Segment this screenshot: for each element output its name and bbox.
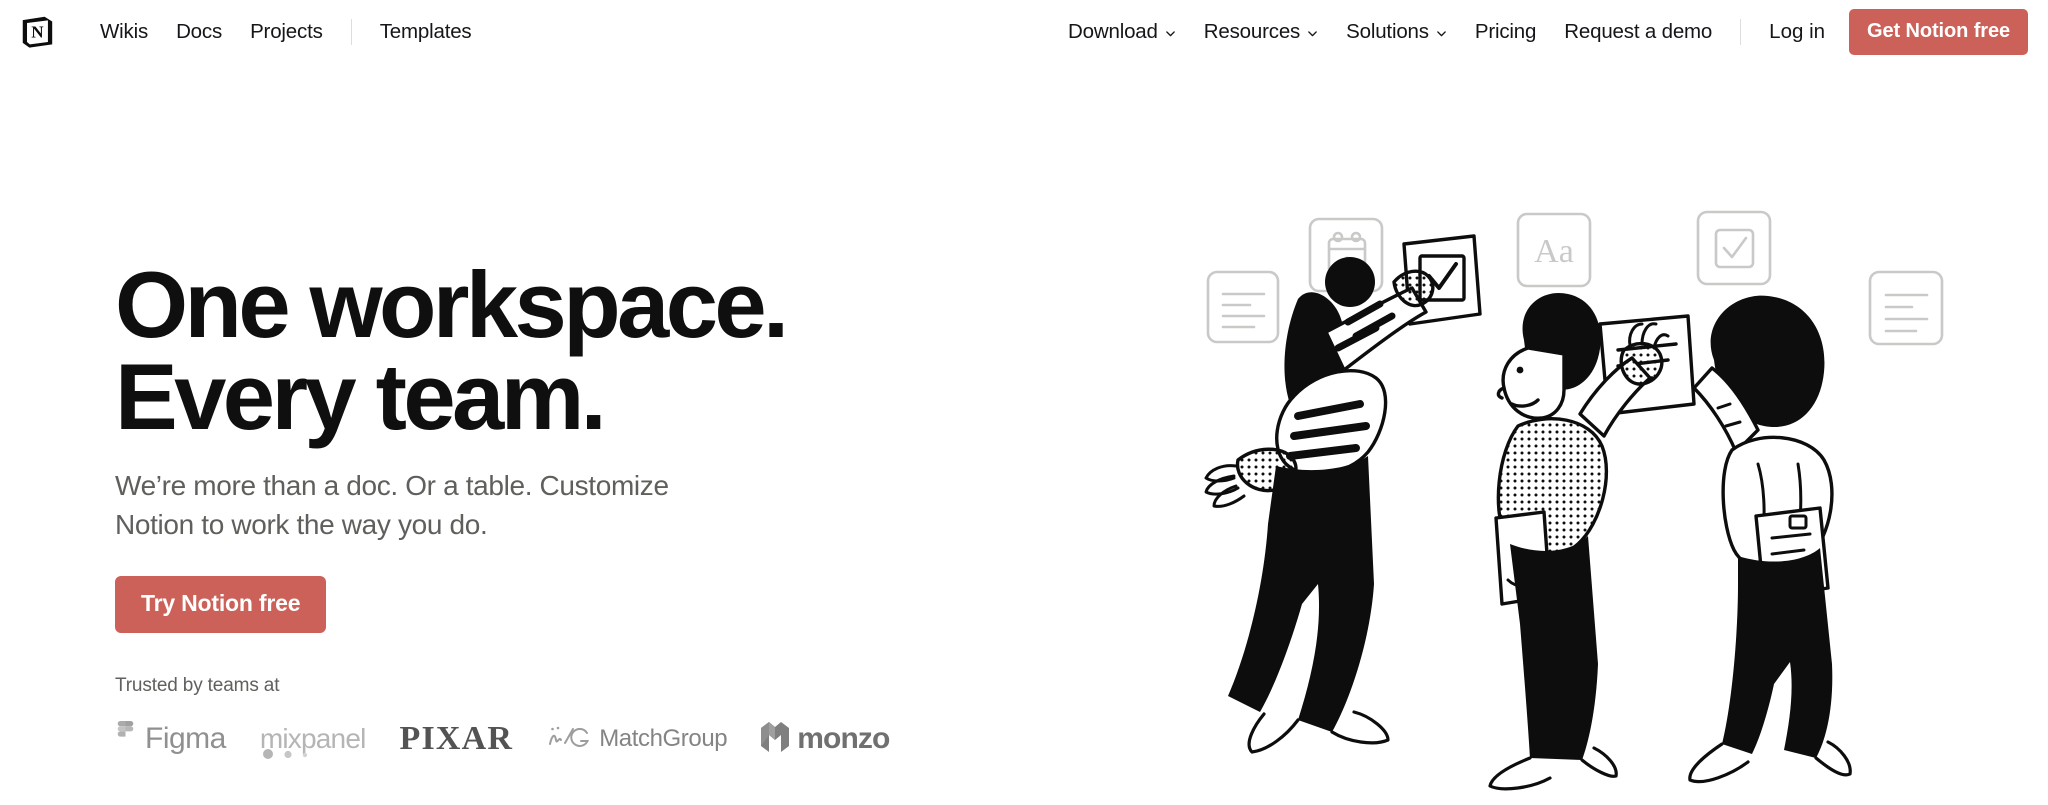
nav-link-docs[interactable]: Docs [162, 14, 236, 50]
nav-link-projects[interactable]: Projects [236, 14, 337, 50]
notion-logo-icon[interactable]: N [16, 11, 58, 53]
nav-link-pricing[interactable]: Pricing [1461, 14, 1550, 50]
site-header: N Wikis Docs Projects Templates Download… [0, 0, 2048, 64]
nav-link-resources[interactable]: Resources [1190, 14, 1332, 50]
svg-text:N: N [31, 23, 44, 42]
logo-figma: Figma [115, 721, 226, 757]
logo-pixar-text: PIXAR [399, 720, 514, 758]
trusted-by-label: Trusted by teams at [115, 675, 280, 697]
svg-text:Aa: Aa [1534, 233, 1574, 270]
figma-mark-icon [115, 721, 136, 757]
nav-link-download[interactable]: Download [1054, 14, 1190, 50]
mixpanel-dots-icon [262, 749, 308, 760]
nav-link-download-label: Download [1068, 20, 1158, 43]
logo-pixar: PIXAR [400, 720, 514, 758]
hero-section: One workspace. Every team. We’re more th… [0, 64, 2048, 805]
chevron-down-icon [1165, 28, 1176, 39]
customer-logo-row: Figma mixpanel PIXAR MatchGroup monzo [115, 713, 895, 765]
login-link[interactable]: Log in [1755, 14, 1839, 50]
nav-link-resources-label: Resources [1203, 20, 1301, 43]
try-notion-free-button[interactable]: Try Notion free [115, 576, 327, 634]
logo-monzo-text: monzo [797, 722, 890, 756]
chevron-down-icon [1436, 28, 1447, 39]
hero-subheading: We’re more than a doc. Or a table. Custo… [115, 470, 669, 540]
nav-divider-left [350, 19, 352, 45]
hero-illustration: 1 Aa [1198, 164, 1988, 804]
matchgroup-mark-icon [547, 724, 591, 755]
figure-middle [1488, 292, 1696, 791]
nav-link-solutions[interactable]: Solutions [1332, 14, 1461, 50]
chevron-down-icon [1307, 28, 1318, 39]
hero-copy: One workspace. Every team. We’re more th… [115, 252, 895, 765]
get-notion-free-button[interactable]: Get Notion free [1849, 9, 2028, 55]
primary-nav-left: N Wikis Docs Projects Templates [16, 11, 486, 53]
monzo-mark-icon [761, 721, 790, 757]
nav-link-wikis[interactable]: Wikis [86, 14, 162, 50]
primary-nav-right: Download Resources Solutions Pricing Req… [1054, 9, 2028, 55]
page-title: One workspace. Every team. [115, 252, 789, 450]
figure-right [1688, 295, 1852, 784]
illustration-figures [1204, 234, 1852, 791]
nav-divider-right [1740, 19, 1742, 45]
nav-link-request-a-demo[interactable]: Request a demo [1550, 14, 1726, 50]
logo-figma-text: Figma [145, 722, 226, 756]
logo-monzo: monzo [761, 721, 890, 757]
nav-link-templates[interactable]: Templates [366, 14, 486, 50]
logo-matchgroup-text: MatchGroup [599, 725, 728, 753]
logo-mixpanel: mixpanel [260, 723, 366, 760]
figure-left [1204, 234, 1482, 754]
nav-link-solutions-label: Solutions [1346, 20, 1429, 43]
logo-matchgroup: MatchGroup [547, 724, 728, 755]
